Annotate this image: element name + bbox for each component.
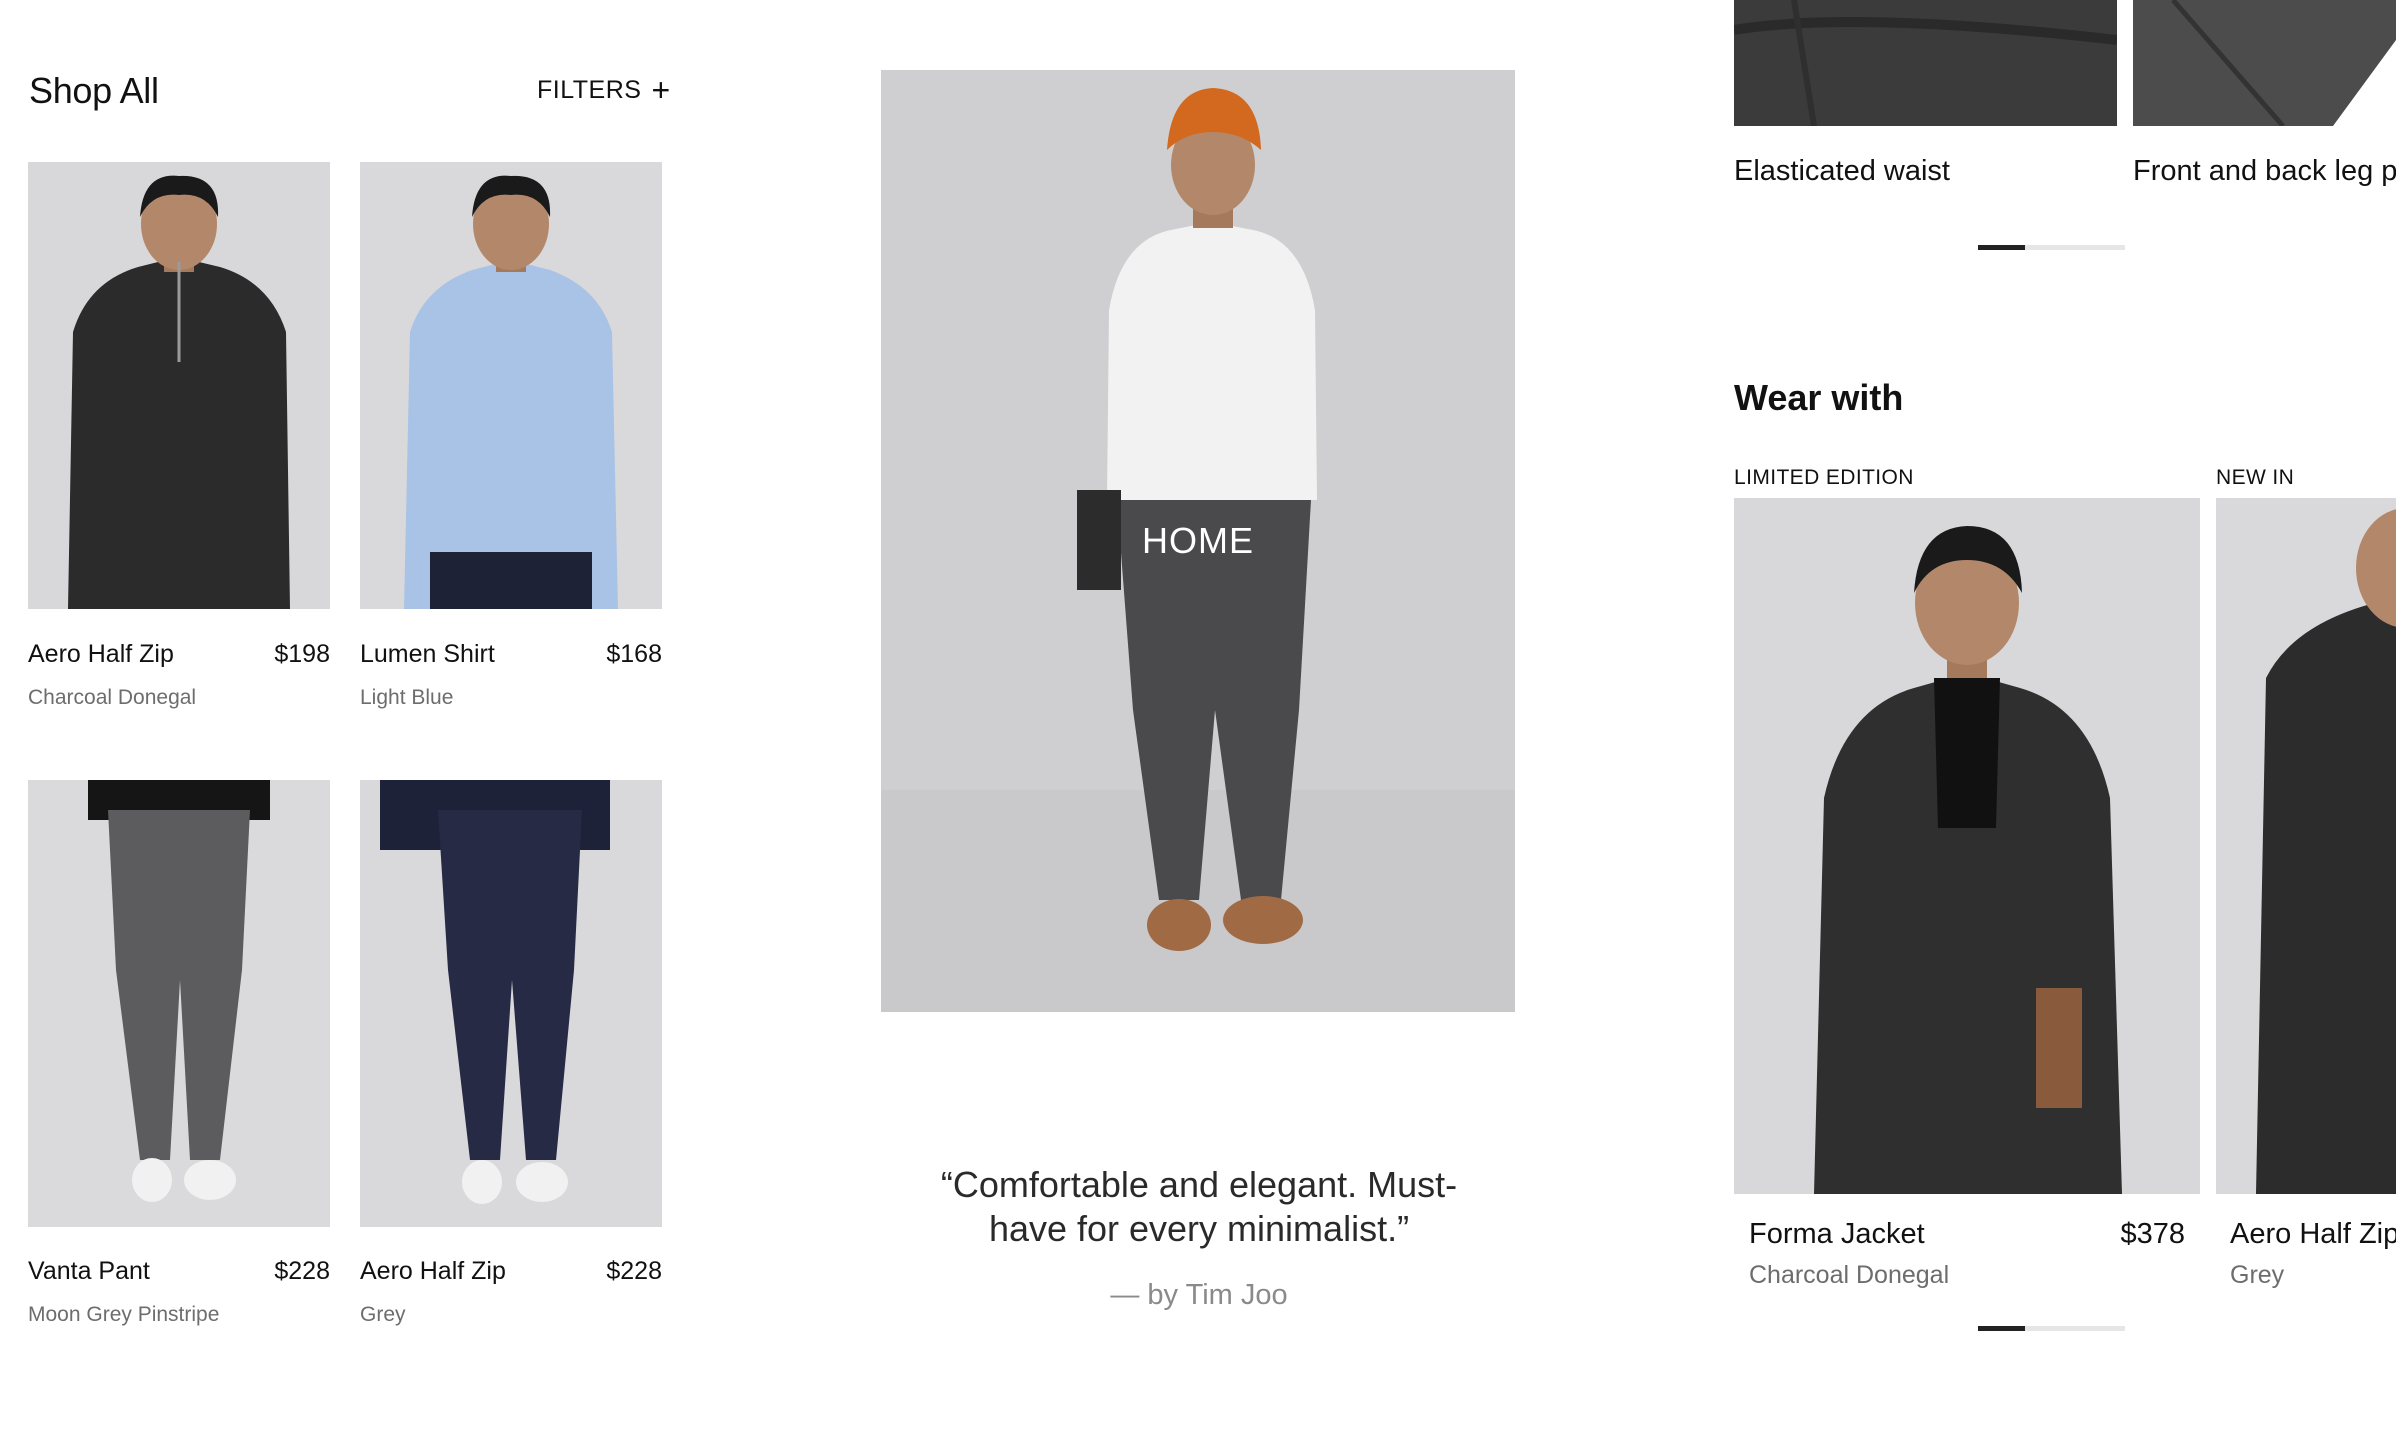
product-variant: Moon Grey Pinstripe	[28, 1303, 220, 1326]
wear-with-carousel-pager[interactable]	[1978, 1326, 2125, 1331]
product-price: $378	[2120, 1218, 2185, 1250]
product-variant: Charcoal Donegal	[1749, 1261, 1950, 1289]
product-variant: Charcoal Donegal	[28, 686, 197, 709]
feature-home-image[interactable]: HOME	[881, 70, 1515, 1012]
filters-label: FILTERS	[537, 76, 642, 104]
pager-active-indicator	[1978, 1326, 2025, 1331]
detail-caption: Front and back leg pi	[2133, 155, 2396, 187]
product-image-lumen-shirt[interactable]	[360, 162, 662, 609]
product-price: $168	[606, 640, 662, 668]
product-name[interactable]: Aero Half Zip	[28, 640, 174, 669]
wear-with-title: Wear with	[1734, 377, 1904, 418]
detail-carousel-pager[interactable]	[1978, 245, 2125, 250]
product-image-forma-jacket[interactable]	[1734, 498, 2200, 1194]
product-name[interactable]: Vanta Pant	[28, 1257, 150, 1286]
product-name[interactable]: Aero Half Zip	[2230, 1218, 2396, 1251]
testimonial-author: — by Tim Joo	[1110, 1279, 1288, 1311]
product-image-aero-half-zip[interactable]	[28, 162, 330, 609]
product-variant: Grey	[2230, 1261, 2285, 1289]
product-name[interactable]: Forma Jacket	[1749, 1218, 1925, 1251]
filters-button[interactable]: FILTERS +	[537, 72, 671, 108]
quote-line: “Comfortable and elegant. Must-	[940, 1164, 1458, 1205]
detail-image-elasticated-waist	[1734, 0, 2117, 126]
detail-caption: Elasticated waist	[1734, 155, 1950, 187]
pager-active-indicator	[1978, 245, 2025, 250]
page-title: Shop All	[29, 70, 159, 111]
product-image-aero-half-zip-right[interactable]	[2216, 498, 2396, 1194]
product-name[interactable]: Lumen Shirt	[360, 640, 495, 669]
product-variant: Light Blue	[360, 686, 454, 709]
product-name[interactable]: Aero Half Zip	[360, 1257, 506, 1286]
quote-line: have for every minimalist.”	[988, 1208, 1410, 1249]
product-price: $228	[274, 1257, 330, 1285]
product-image-aero-half-zip-grey[interactable]	[360, 780, 662, 1227]
feature-home-label: HOME	[1142, 520, 1254, 561]
detail-image-leg-pleats	[2133, 0, 2396, 126]
product-price: $198	[274, 640, 330, 668]
limited-edition-badge: LIMITED EDITION	[1734, 466, 1914, 489]
new-in-badge: NEW IN	[2216, 466, 2295, 489]
product-variant: Grey	[360, 1303, 406, 1326]
plus-icon: +	[651, 72, 671, 108]
testimonial-quote: “Comfortable and elegant. Must- have for…	[900, 1163, 1498, 1251]
product-price: $228	[606, 1257, 662, 1285]
product-image-vanta-pant[interactable]	[28, 780, 330, 1227]
